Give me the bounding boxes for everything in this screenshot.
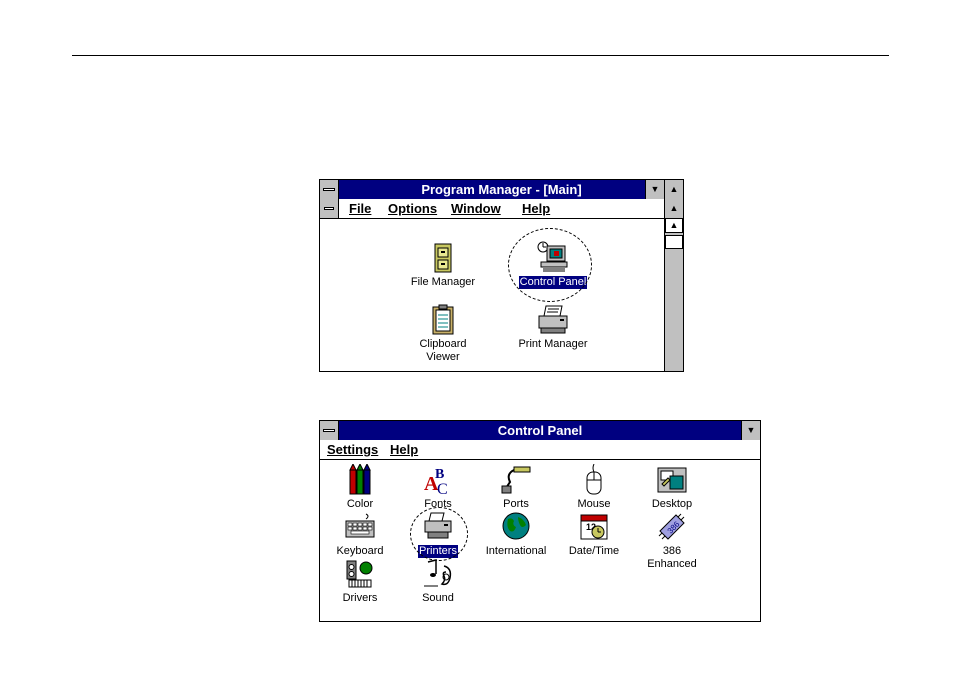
sound-icon-item[interactable]: Sound [408, 558, 468, 605]
drivers-icon-item[interactable]: Drivers [330, 558, 390, 605]
icon-label: Control Panel [518, 276, 588, 289]
icon-label: File Manager [410, 276, 476, 288]
international-icon-item[interactable]: International [480, 511, 552, 558]
icon-label: Print Manager [518, 338, 588, 350]
minimize-button[interactable]: ▼ [645, 180, 664, 199]
icon-label: Printers [418, 545, 458, 558]
calendar-clock-icon: 12 [580, 514, 608, 540]
program-manager-menubar: File Options Window Help ▲ [320, 199, 683, 219]
control-panel-window: Control Panel ▼ Settings Help Color A B … [319, 420, 761, 622]
menu-help[interactable]: Help [390, 440, 418, 459]
chip-icon: 386 [658, 513, 685, 540]
program-manager-titlebar[interactable]: Program Manager - [Main] [320, 180, 683, 199]
icon-label: Fonts [424, 498, 452, 510]
vertical-scrollbar[interactable]: ▲ [664, 218, 683, 371]
color-icon-item[interactable]: Color [330, 464, 390, 511]
icon-label: Color [346, 498, 374, 510]
page-rule [72, 55, 889, 56]
system-menu-button[interactable] [320, 180, 339, 199]
icon-label: Sound [422, 592, 454, 604]
svg-text:B: B [435, 467, 444, 482]
scroll-thumb[interactable] [665, 235, 683, 249]
control-panel-titlebar[interactable]: Control Panel [320, 421, 760, 440]
printers-icon-item[interactable]: Printers [408, 511, 468, 558]
mouse-icon [586, 464, 602, 495]
sound-icon [424, 559, 452, 587]
control-panel-menubar: Settings Help [320, 440, 760, 460]
ports-icon-item[interactable]: Ports [486, 464, 546, 511]
keyboard-icon-item[interactable]: Keyboard [330, 511, 390, 558]
menu-file[interactable]: File [349, 199, 371, 218]
date-time-icon-item[interactable]: 12 Date/Time [564, 511, 624, 558]
file-manager-icon-item[interactable]: File Manager [408, 242, 478, 289]
file-cabinet-icon [434, 243, 452, 273]
icon-label: Drivers [342, 592, 378, 604]
minimize-button[interactable]: ▼ [741, 421, 760, 440]
print-manager-icon-item[interactable]: Print Manager [513, 304, 593, 351]
desktop-icon [657, 467, 687, 493]
printer-icon [424, 512, 452, 539]
drivers-icon [346, 560, 373, 588]
menu-window[interactable]: Window [451, 199, 501, 218]
program-manager-window: Program Manager - [Main] ▼ ▲ File Option… [319, 179, 684, 372]
menu-options[interactable]: Options [388, 199, 437, 218]
fonts-icon: A B C [424, 467, 448, 496]
fonts-icon-item[interactable]: A B C Fonts [408, 464, 468, 511]
icon-label: 386 Enhanced [647, 545, 697, 570]
clipboard-icon [432, 304, 454, 335]
icon-label: Keyboard [336, 545, 384, 557]
mouse-icon-item[interactable]: Mouse [564, 464, 624, 511]
menu-help[interactable]: Help [522, 199, 550, 218]
icon-label: Date/Time [568, 545, 620, 557]
icon-label: International [485, 545, 547, 557]
document-menu-button[interactable] [320, 199, 339, 218]
desktop-icon-item[interactable]: Desktop [642, 464, 702, 511]
ports-icon [501, 466, 531, 494]
icon-label: Clipboard Viewer [419, 338, 467, 363]
keyboard-icon [345, 513, 375, 538]
clipboard-viewer-icon-item[interactable]: Clipboard Viewer [408, 304, 478, 364]
window-title: Control Panel [497, 423, 583, 438]
svg-text:C: C [437, 481, 448, 496]
printer-icon [538, 305, 568, 334]
maximize-button[interactable]: ▲ [664, 180, 683, 199]
control-panel-icon-item[interactable]: Control Panel [513, 240, 593, 289]
scroll-up-button[interactable]: ▲ [665, 218, 683, 233]
system-menu-button[interactable] [320, 421, 339, 440]
386-enhanced-icon-item[interactable]: 386 386 Enhanced [636, 511, 708, 571]
crayons-icon [349, 464, 371, 495]
icon-label: Desktop [651, 498, 693, 510]
menu-settings[interactable]: Settings [327, 440, 378, 459]
control-panel-icon [537, 241, 568, 272]
icon-label: Ports [503, 498, 529, 510]
window-title: Program Manager - [Main] [421, 182, 582, 197]
globe-icon [502, 512, 530, 540]
restore-button[interactable]: ▲ [664, 199, 683, 218]
icon-label: Mouse [577, 498, 611, 510]
